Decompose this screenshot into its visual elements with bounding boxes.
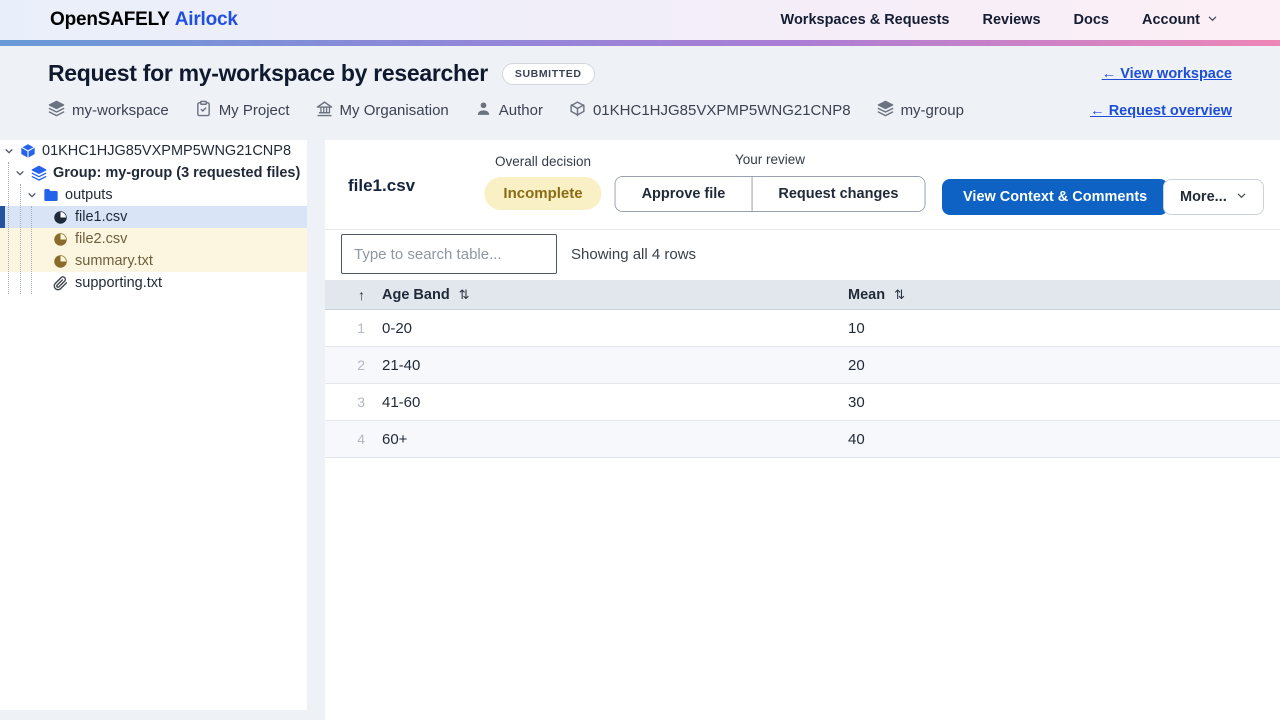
nav-links: Workspaces & Requests Reviews Docs Accou… — [781, 12, 1218, 28]
sort-both-icon[interactable]: ⇅ — [894, 287, 905, 302]
folder-icon — [42, 187, 59, 204]
meta-author: Author — [475, 100, 543, 121]
view-context-comments-button[interactable]: View Context & Comments — [942, 179, 1169, 215]
chevron-down-icon[interactable] — [15, 168, 26, 178]
bank-icon — [316, 100, 333, 121]
pie-chart-icon — [52, 231, 69, 248]
nav-reviews[interactable]: Reviews — [982, 12, 1040, 28]
chevron-down-icon — [1207, 12, 1218, 28]
tree-item-label: supporting.txt — [75, 275, 163, 291]
layers-icon — [48, 100, 65, 121]
rows-status-text: Showing all 4 rows — [571, 245, 697, 263]
column-header-mean[interactable]: Mean ⇅ — [833, 287, 1280, 303]
data-table: ↑ Age Band ⇅ Mean ⇅ 1 0-20 10 2 21-40 20 3… — [325, 280, 1280, 458]
view-workspace-link[interactable]: ← View workspace — [1102, 66, 1232, 82]
your-review: Your review Approve file Request changes — [614, 152, 926, 212]
nav-account-label: Account — [1142, 12, 1200, 28]
tree-item-outputs-folder[interactable]: outputs — [0, 184, 307, 206]
tree-item-label: file1.csv — [75, 209, 128, 225]
tree-item-label: 01KHC1HJG85VXPMP5WNG21CNP8 — [42, 143, 292, 159]
pie-chart-icon — [52, 209, 69, 226]
cube-icon — [19, 143, 36, 160]
tree-item-label: outputs — [65, 187, 113, 203]
tree-item-label: summary.txt — [75, 253, 153, 269]
file-review-toolbar: file1.csv Overall decision Incomplete Yo… — [325, 140, 1280, 230]
more-button-label: More... — [1180, 189, 1227, 205]
column-header-age-band[interactable]: Age Band ⇅ — [367, 287, 833, 303]
review-button-group: Approve file Request changes — [614, 176, 926, 212]
file-title: file1.csv — [348, 176, 416, 195]
meta-organisation: My Organisation — [316, 100, 449, 121]
decision-badge: Incomplete — [484, 177, 602, 210]
cube-icon — [569, 100, 586, 121]
file-tree: 01KHC1HJG85VXPMP5WNG21CNP8 Group: my-gro… — [0, 140, 307, 294]
status-badge: SUBMITTED — [501, 62, 595, 85]
chevron-down-icon[interactable] — [4, 146, 15, 156]
chevron-down-icon — [1236, 189, 1247, 205]
tree-item-label: Group: my-group (3 requested files) — [53, 165, 301, 181]
table-row: 2 21-40 20 — [325, 347, 1280, 384]
table-row: 4 60+ 40 — [325, 421, 1280, 458]
tree-item-file1[interactable]: file1.csv — [0, 206, 307, 228]
nav-docs[interactable]: Docs — [1074, 12, 1109, 28]
layers-icon — [877, 100, 894, 121]
tree-item-label: file2.csv — [75, 231, 128, 247]
tree-item-group[interactable]: Group: my-group (3 requested files) — [0, 162, 307, 184]
tree-item-summary[interactable]: summary.txt — [0, 250, 307, 272]
file-tree-sidebar: 01KHC1HJG85VXPMP5WNG21CNP8 Group: my-gro… — [0, 140, 307, 710]
top-nav: OpenSAFELY Airlock Workspaces & Requests … — [0, 0, 1280, 40]
tree-item-request-id[interactable]: 01KHC1HJG85VXPMP5WNG21CNP8 — [0, 140, 307, 162]
nav-workspaces-requests[interactable]: Workspaces & Requests — [781, 12, 950, 28]
tree-item-supporting[interactable]: supporting.txt — [0, 272, 307, 294]
meta-request-id: 01KHC1HJG85VXPMP5WNG21CNP8 — [569, 100, 851, 121]
user-icon — [475, 100, 492, 121]
table-search-input[interactable] — [341, 234, 557, 274]
brand-primary: OpenSAFELY — [50, 9, 170, 30]
request-meta: my-workspace My Project My Organisation … — [48, 100, 964, 121]
request-changes-button[interactable]: Request changes — [751, 177, 925, 211]
layers-icon — [30, 165, 47, 182]
more-button[interactable]: More... — [1163, 179, 1264, 215]
table-row: 3 41-60 30 — [325, 384, 1280, 421]
overall-decision-label: Overall decision — [494, 154, 592, 169]
request-header: Request for my-workspace by researcher S… — [0, 46, 1280, 140]
approve-file-button[interactable]: Approve file — [615, 177, 752, 211]
pie-chart-icon — [52, 253, 69, 270]
your-review-label: Your review — [734, 152, 806, 167]
chevron-down-icon[interactable] — [27, 190, 38, 200]
nav-account[interactable]: Account — [1142, 12, 1218, 28]
meta-project: My Project — [195, 100, 290, 121]
file-review-panel: file1.csv Overall decision Incomplete Yo… — [325, 140, 1280, 720]
table-header-row: ↑ Age Band ⇅ Mean ⇅ — [325, 280, 1280, 310]
sort-ascending-icon[interactable]: ↑ — [325, 287, 367, 303]
meta-workspace: my-workspace — [48, 100, 169, 121]
brand-accent: Airlock — [174, 9, 238, 30]
request-overview-link[interactable]: ← Request overview — [1090, 103, 1232, 119]
sort-both-icon[interactable]: ⇅ — [459, 287, 470, 302]
page-title: Request for my-workspace by researcher — [48, 60, 488, 86]
overall-decision: Overall decision Incomplete — [484, 154, 602, 210]
app-logo[interactable]: OpenSAFELY Airlock — [50, 9, 238, 31]
meta-group: my-group — [877, 100, 964, 121]
paperclip-icon — [52, 275, 69, 292]
clipboard-icon — [195, 100, 212, 121]
tree-item-file2[interactable]: file2.csv — [0, 228, 307, 250]
table-row: 1 0-20 10 — [325, 310, 1280, 347]
